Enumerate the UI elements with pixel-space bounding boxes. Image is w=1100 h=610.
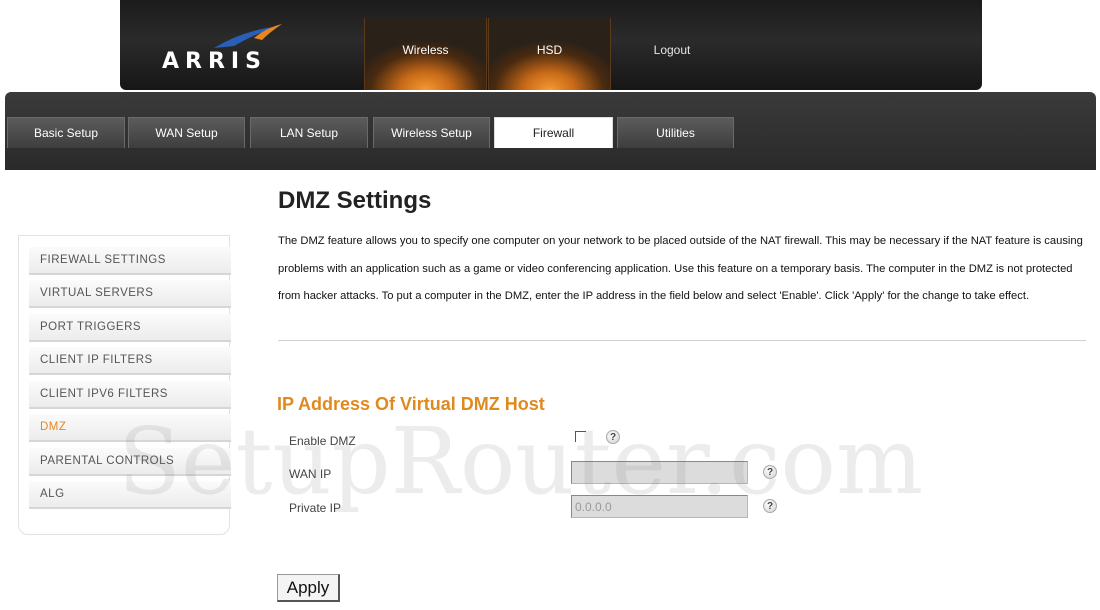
tab-wireless-setup[interactable]: Wireless Setup [373, 117, 490, 148]
help-icon[interactable]: ? [606, 430, 620, 444]
enable-dmz-checkbox[interactable] [575, 431, 586, 442]
main-tab-hsd[interactable]: HSD [488, 18, 611, 90]
main-tab-wireless[interactable]: Wireless [364, 18, 487, 90]
private-ip-field[interactable] [571, 495, 748, 518]
wan-ip-field[interactable] [571, 461, 748, 484]
enable-dmz-label: Enable DMZ [289, 434, 356, 448]
section-title: IP Address Of Virtual DMZ Host [277, 394, 545, 414]
sidebar-item-port-triggers[interactable]: PORT TRIGGERS [29, 314, 231, 342]
arris-logo: ARRIS [162, 24, 292, 76]
apply-button[interactable]: Apply [277, 574, 340, 602]
tab-firewall[interactable]: Firewall [494, 117, 613, 148]
help-icon[interactable]: ? [763, 465, 777, 479]
page-title: DMZ Settings [278, 187, 432, 214]
sidebar-item-client-ipv6-filters[interactable]: CLIENT IPV6 FILTERS [29, 381, 231, 409]
logout-button[interactable]: Logout [612, 18, 732, 90]
sidebar-item-firewall-settings[interactable]: FIREWALL SETTINGS [29, 247, 231, 275]
sidebar-item-parental-controls[interactable]: PARENTAL CONTROLS [29, 448, 231, 476]
sidebar-item-virtual-servers[interactable]: VIRTUAL SERVERS [29, 280, 231, 308]
tab-utilities[interactable]: Utilities [617, 117, 734, 148]
tab-wan-setup[interactable]: WAN Setup [128, 117, 245, 148]
private-ip-label: Private IP [289, 501, 342, 515]
section-divider [278, 340, 1086, 341]
logo-text: ARRIS [162, 49, 267, 74]
tab-basic-setup[interactable]: Basic Setup [7, 117, 125, 148]
tab-lan-setup[interactable]: LAN Setup [250, 117, 368, 148]
sidebar-item-alg[interactable]: ALG [29, 481, 231, 509]
dmz-description: The DMZ feature allows you to specify on… [278, 235, 1083, 302]
help-icon[interactable]: ? [763, 499, 777, 513]
sidebar-item-client-ip-filters[interactable]: CLIENT IP FILTERS [29, 347, 231, 375]
sidebar-item-dmz[interactable]: DMZ [29, 414, 231, 442]
sidebar: FIREWALL SETTINGS VIRTUAL SERVERS PORT T… [18, 235, 231, 535]
watermark: SetupRouter.com [118, 408, 924, 515]
wan-ip-label: WAN IP [289, 467, 332, 481]
